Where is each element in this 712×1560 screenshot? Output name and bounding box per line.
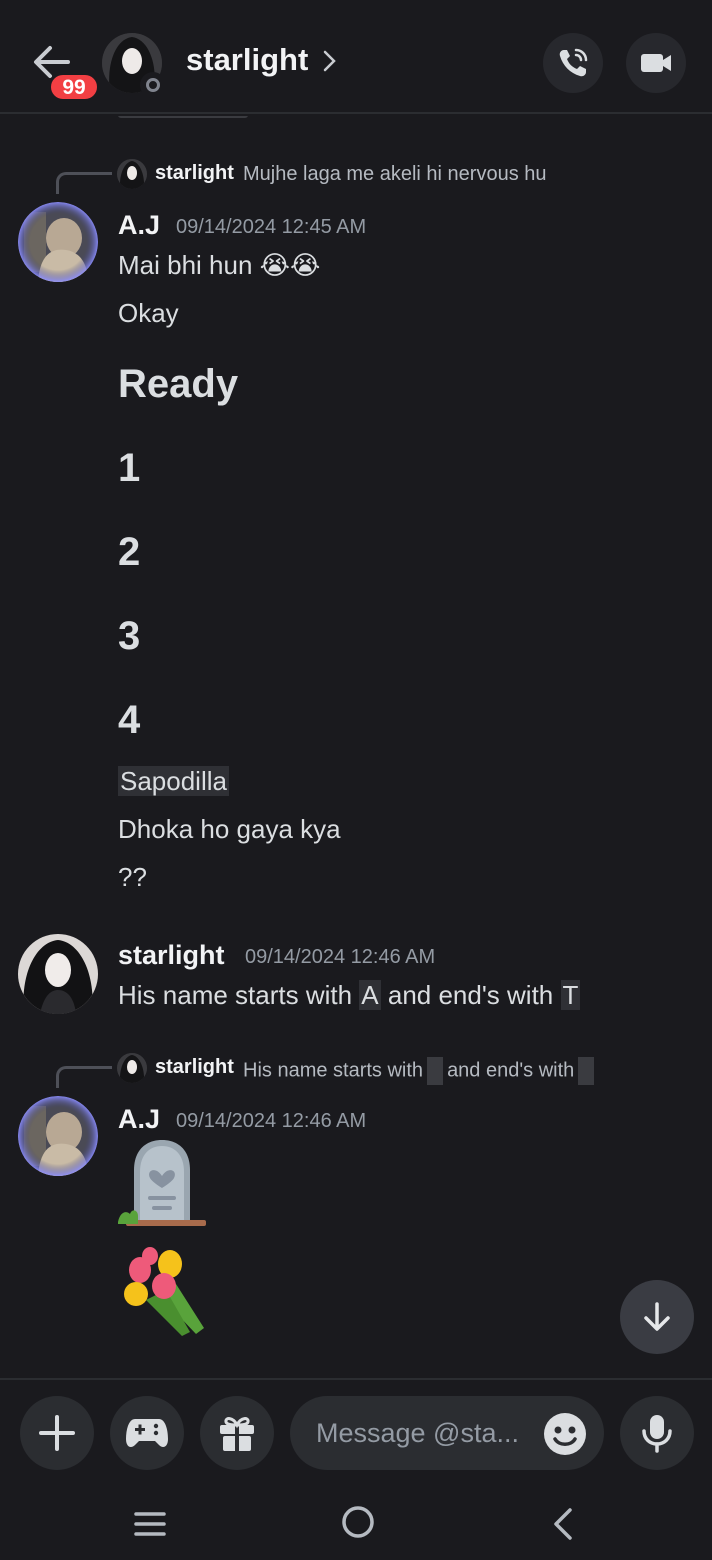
reply-author[interactable]: starlight <box>155 162 234 185</box>
message-author[interactable]: A.J <box>118 1104 160 1135</box>
spoiler-segment: T <box>560 980 581 1010</box>
chat-header: 99 starlight <box>0 0 712 114</box>
message-heading[interactable]: 2 <box>118 530 140 575</box>
microphone-icon <box>642 1415 672 1453</box>
reply-avatar[interactable] <box>117 1053 147 1083</box>
header-chevron[interactable] <box>320 46 340 76</box>
message-input[interactable]: Message @sta... <box>290 1396 604 1470</box>
jumbo-emoji-bouquet[interactable] <box>116 1244 208 1336</box>
system-navigation-bar <box>0 1482 712 1560</box>
system-back-button[interactable] <box>544 1502 584 1546</box>
message-text[interactable]: Mai bhi hun 😭😭 <box>118 250 320 281</box>
unread-badge: 99 <box>48 72 100 102</box>
emoji-icon <box>553 1426 577 1446</box>
message-text[interactable]: ?? <box>118 862 147 893</box>
message-text-spoiler[interactable]: Sapodilla <box>118 766 229 797</box>
emoji-button[interactable] <box>544 1413 586 1455</box>
author-avatar[interactable] <box>18 934 98 1014</box>
voice-message-button[interactable] <box>620 1396 694 1470</box>
voice-call-button[interactable] <box>543 33 603 93</box>
message-heading[interactable]: 4 <box>118 698 140 743</box>
video-call-button[interactable] <box>626 33 686 93</box>
header-title[interactable]: starlight <box>186 42 308 78</box>
plus-icon <box>39 1415 75 1451</box>
home-button[interactable] <box>336 1500 380 1544</box>
author-avatar[interactable] <box>18 202 98 282</box>
recent-apps-button[interactable] <box>128 1504 172 1544</box>
author-avatar[interactable] <box>18 1096 98 1176</box>
menu-icon <box>134 1512 166 1536</box>
hidden-spoiler <box>578 1057 595 1085</box>
message-heading[interactable]: 1 <box>118 446 140 491</box>
message-input-placeholder: Message @sta... <box>316 1418 519 1448</box>
spoiler-segment: A <box>359 980 381 1010</box>
gift-button[interactable] <box>200 1396 274 1470</box>
gift-icon <box>220 1417 254 1451</box>
message-text[interactable]: Dhoka ho gaya kya <box>118 814 341 845</box>
attach-button[interactable] <box>20 1396 94 1470</box>
cutoff-previous-message <box>118 116 258 118</box>
message-author[interactable]: starlight <box>118 940 225 971</box>
video-camera-icon <box>641 54 671 72</box>
status-indicator <box>140 72 166 98</box>
message-composer: Message @sta... <box>0 1378 712 1482</box>
reply-preview-text[interactable]: His name starts with and end's with <box>243 1057 598 1085</box>
reply-connector <box>56 1066 112 1088</box>
gamepad-icon <box>126 1419 168 1447</box>
message-text[interactable]: Okay <box>118 298 179 329</box>
back-chevron-icon <box>554 1508 572 1540</box>
activities-button[interactable] <box>110 1396 184 1470</box>
message-timestamp: 09/14/2024 12:46 AM <box>245 946 436 968</box>
message-text[interactable]: His name starts with A and end's with T <box>118 980 581 1011</box>
jump-to-latest-button[interactable] <box>620 1280 694 1354</box>
message-heading[interactable]: Ready <box>118 362 238 407</box>
message-heading[interactable]: 3 <box>118 614 140 659</box>
chevron-right-icon <box>323 50 336 72</box>
reply-preview-text[interactable]: Mujhe laga me akeli hi nervous hu <box>243 163 547 186</box>
message-timestamp: 09/14/2024 12:46 AM <box>176 1110 367 1132</box>
message-author[interactable]: A.J <box>118 210 160 241</box>
hidden-spoiler <box>427 1057 444 1085</box>
reply-author[interactable]: starlight <box>155 1056 234 1079</box>
home-circle-icon <box>342 1506 374 1538</box>
arrow-down-icon <box>644 1302 670 1331</box>
message-list[interactable]: starlight Mujhe laga me akeli hi nervous… <box>0 116 712 1378</box>
phone-call-icon <box>559 48 588 77</box>
reply-connector <box>56 172 112 194</box>
jumbo-emoji-headstone[interactable] <box>116 1136 208 1228</box>
message-timestamp: 09/14/2024 12:45 AM <box>176 216 367 238</box>
reply-avatar[interactable] <box>117 159 147 189</box>
